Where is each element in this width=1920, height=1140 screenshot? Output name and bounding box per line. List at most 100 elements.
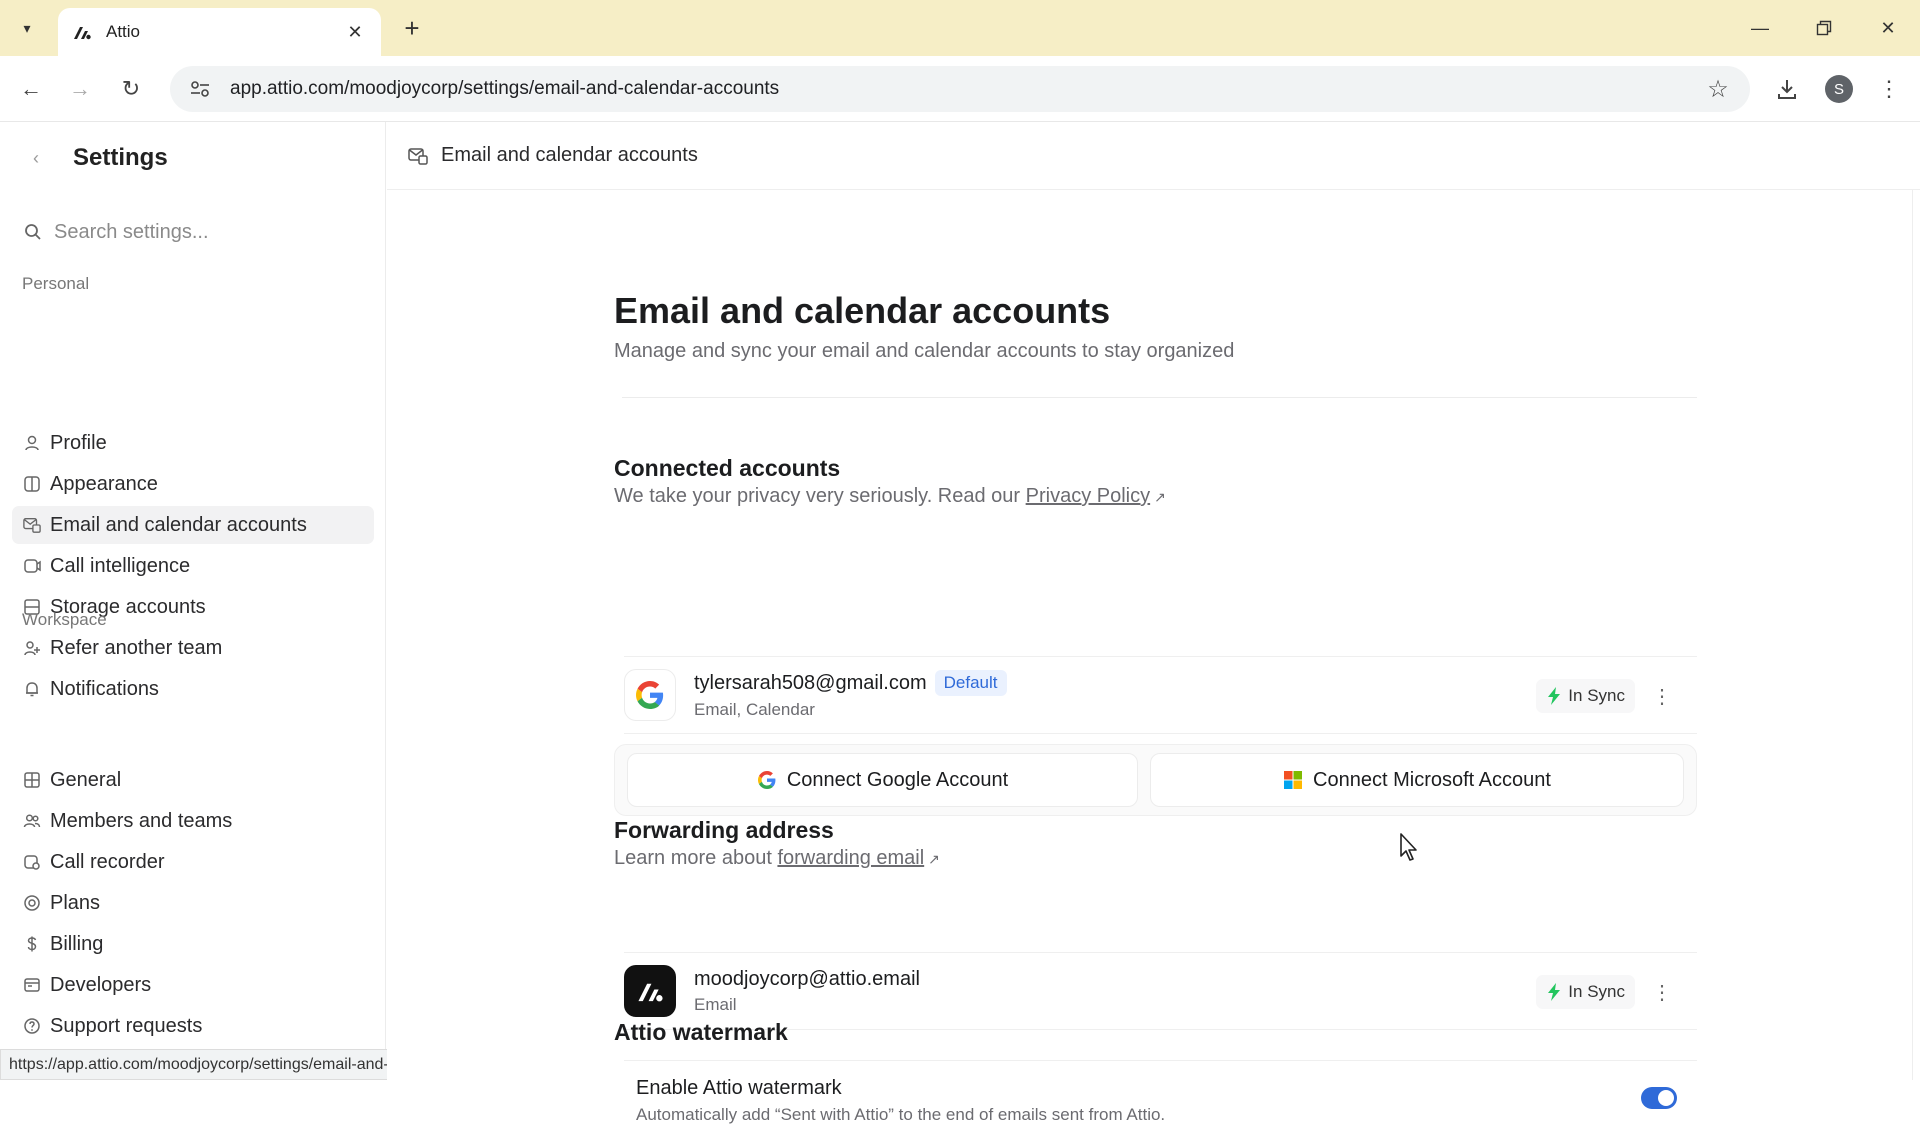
tab-title: Attio <box>106 22 141 41</box>
more-options-icon[interactable]: ⋮ <box>1645 975 1679 1009</box>
main-header: Email and calendar accounts <box>387 122 1920 190</box>
dollar-icon <box>22 934 42 954</box>
main-scrollbar[interactable] <box>1912 190 1920 1080</box>
sidebar-item-label: Billing <box>50 932 104 955</box>
in-sync-status[interactable]: In Sync <box>1536 679 1635 713</box>
tab-search-button[interactable]: ▾ <box>10 12 44 44</box>
profile-avatar[interactable]: S <box>1822 72 1856 106</box>
sidebar-item-label: Refer another team <box>50 636 223 659</box>
sidebar-item-label: Notifications <box>50 677 159 700</box>
header-title: Email and calendar accounts <box>441 144 698 166</box>
attio-logo-icon <box>624 965 676 1017</box>
sidebar-item-developers[interactable]: Developers <box>12 966 374 1004</box>
in-sync-status[interactable]: In Sync <box>1536 975 1635 1009</box>
google-account-types: Email, Calendar <box>694 700 815 719</box>
plans-icon <box>22 893 42 913</box>
sidebar-item-general[interactable]: General <box>12 761 374 799</box>
mouse-cursor-icon <box>1400 833 1417 861</box>
sidebar-item-plans[interactable]: Plans <box>12 884 374 922</box>
connect-microsoft-label: Connect Microsoft Account <box>1313 768 1551 791</box>
close-tab-icon[interactable]: ✕ <box>343 20 367 44</box>
sidebar-item-call-intelligence[interactable]: Call intelligence <box>12 547 374 585</box>
privacy-policy-link[interactable]: Privacy Policy <box>1026 485 1150 507</box>
sidebar-item-notifications[interactable]: Notifications <box>12 670 374 708</box>
sidebar-item-refer-another-team[interactable]: Refer another team <box>12 629 374 667</box>
restore-window-button[interactable] <box>1804 12 1844 44</box>
sync-status-label: In Sync <box>1568 686 1625 705</box>
connect-microsoft-button[interactable]: Connect Microsoft Account <box>1150 753 1684 807</box>
lightning-icon <box>1546 687 1562 705</box>
forwarding-address-title: Forwarding address <box>614 817 834 843</box>
sidebar-item-appearance[interactable]: Appearance <box>12 465 374 503</box>
connect-google-button[interactable]: Connect Google Account <box>627 753 1138 807</box>
page-title: Email and calendar accounts <box>614 290 1111 331</box>
forwarding-account-types: Email <box>694 994 737 1014</box>
search-input[interactable] <box>54 220 344 244</box>
google-logo-icon <box>757 770 777 790</box>
sidebar-item-label: Members and teams <box>50 809 233 832</box>
connect-buttons-panel: Connect Google Account Connect Microsoft… <box>614 744 1697 816</box>
watermark-row-title: Enable Attio watermark <box>636 1077 842 1099</box>
browser-toolbar: ← → ↻ app.attio.com/moodjoycorp/settings… <box>0 56 1920 122</box>
close-window-button[interactable]: ✕ <box>1868 12 1908 44</box>
google-account-row: tylersarah508@gmail.com Default Email, C… <box>624 656 1697 734</box>
sidebar-item-label: Appearance <box>50 472 158 495</box>
main-panel: Email and calendar accounts Email and ca… <box>387 122 1920 1124</box>
attio-favicon-icon <box>72 22 92 42</box>
sidebar-item-support-requests[interactable]: Support requests <box>12 1007 374 1045</box>
connected-accounts-subtitle: We take your privacy very seriously. Rea… <box>614 485 1166 508</box>
connected-accounts-title: Connected accounts <box>614 455 841 481</box>
default-badge: Default <box>934 670 1007 696</box>
google-logo-icon <box>624 669 676 721</box>
workspace-section-label: Workspace <box>22 610 107 629</box>
downloads-icon[interactable] <box>1770 72 1804 106</box>
sidebar-item-billing[interactable]: Billing <box>12 925 374 963</box>
bell-icon <box>22 679 42 699</box>
google-account-email: tylersarah508@gmail.com <box>694 671 927 694</box>
mail-calendar-icon <box>22 515 42 535</box>
chevron-left-icon[interactable]: ‹ <box>24 146 48 170</box>
back-arrow-icon[interactable]: ← <box>14 72 48 106</box>
google-account-text: tylersarah508@gmail.com Default Email, C… <box>694 670 1007 720</box>
reload-icon[interactable]: ↻ <box>114 72 148 106</box>
browser-tab-strip: ▾ Attio ✕ + — ✕ <box>0 0 1920 56</box>
developers-icon <box>22 975 42 995</box>
more-options-icon[interactable]: ⋮ <box>1645 679 1679 713</box>
address-bar[interactable]: app.attio.com/moodjoycorp/settings/email… <box>170 66 1750 112</box>
sidebar-item-label: Support requests <box>50 1014 203 1037</box>
avatar-letter: S <box>1825 75 1853 103</box>
sidebar-item-label: General <box>50 768 122 791</box>
browser-tab-attio[interactable]: Attio ✕ <box>58 8 381 56</box>
user-icon <box>22 433 42 453</box>
new-tab-button[interactable]: + <box>396 12 428 44</box>
sidebar-item-members-and-teams[interactable]: Members and teams <box>12 802 374 840</box>
settings-sidebar: ‹ Settings Personal Profile Appearance Ema… <box>0 122 386 1080</box>
privacy-text: We take your privacy very seriously. Rea… <box>614 485 1026 507</box>
forwarding-account-text: moodjoycorp@attio.email Email <box>694 968 920 1015</box>
bookmark-star-icon[interactable]: ☆ <box>1704 75 1732 103</box>
sidebar-item-label: Plans <box>50 891 101 914</box>
minimize-window-button[interactable]: — <box>1740 12 1780 44</box>
connect-google-label: Connect Google Account <box>786 768 1009 791</box>
site-settings-icon[interactable] <box>188 77 212 101</box>
forwarding-account-email: moodjoycorp@attio.email <box>694 967 920 990</box>
page-subtitle: Manage and sync your email and calendar … <box>614 340 1235 362</box>
microsoft-logo-icon <box>1283 770 1303 790</box>
address-url: app.attio.com/moodjoycorp/settings/email… <box>230 78 780 99</box>
settings-search <box>22 214 362 250</box>
external-link-icon: ↗ <box>1154 489 1166 505</box>
sidebar-item-profile[interactable]: Profile <box>12 424 374 462</box>
sidebar-item-label: Email and calendar accounts <box>50 513 307 536</box>
forward-arrow-icon[interactable]: → <box>63 72 97 106</box>
sync-status-label: In Sync <box>1568 982 1625 1001</box>
sidebar-item-label: Call recorder <box>50 850 165 873</box>
sidebar-item-email-and-calendar-accounts[interactable]: Email and calendar accounts <box>12 506 374 544</box>
watermark-toggle[interactable] <box>1641 1087 1677 1109</box>
forwarding-email-link[interactable]: forwarding email <box>777 847 924 869</box>
watermark-row-description: Automatically add “Sent with Attio” to t… <box>636 1105 1166 1124</box>
browser-menu-icon[interactable]: ⋮ <box>1872 72 1906 106</box>
forwarding-address-subtitle: Learn more about forwarding email ↗ <box>614 847 940 870</box>
sidebar-item-call-recorder[interactable]: Call recorder <box>12 843 374 881</box>
forwarding-text: Learn more about <box>614 847 778 869</box>
divider <box>622 397 1697 398</box>
